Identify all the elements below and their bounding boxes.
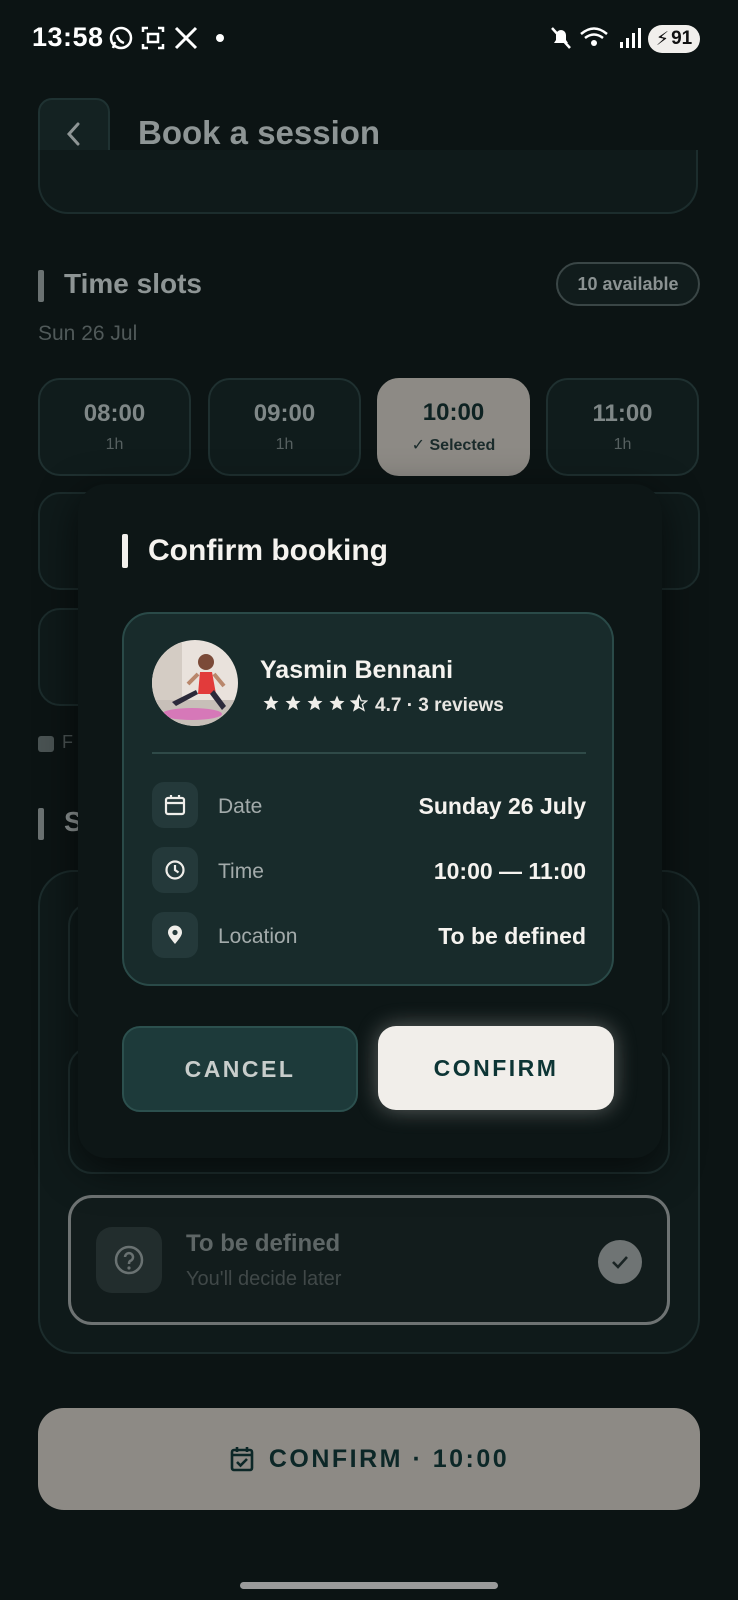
battery-level: 91 (671, 28, 693, 49)
dialog-title: Confirm booking (148, 534, 388, 567)
dialog-accent (122, 534, 128, 568)
mute-icon (551, 27, 571, 49)
section-accent (38, 808, 44, 840)
x-icon (174, 26, 198, 50)
cancel-label: CANCEL (184, 1055, 296, 1082)
confirm-booking-button[interactable]: CONFIRM · 10:00 (38, 1408, 700, 1510)
coach-avatar (152, 640, 238, 726)
available-badge: 10 available (556, 262, 700, 306)
star-icon (285, 695, 301, 711)
option-subtitle: You'll decide later (186, 1268, 342, 1290)
charging-icon: ⚡ (655, 28, 670, 50)
time-slot-1100[interactable]: 11:00 1h (546, 378, 699, 476)
date-value: Sunday 26 July (418, 793, 586, 819)
previous-card (38, 150, 698, 214)
help-icon (96, 1227, 162, 1293)
slot-time: 11:00 (592, 400, 653, 427)
location-pin-icon (152, 912, 198, 958)
star-icon (329, 695, 345, 711)
legend-label: F (62, 732, 73, 752)
slot-time: 10:00 (422, 399, 485, 426)
check-icon (598, 1240, 642, 1284)
status-time: 13:58 (32, 22, 104, 52)
time-label: Time (218, 860, 264, 883)
calendar-check-icon (230, 1447, 254, 1472)
time-slot-0900[interactable]: 09:00 1h (208, 378, 361, 476)
time-slots-title: Time slots (64, 268, 202, 299)
coach-name: Yasmin Bennani (260, 656, 454, 684)
wifi-icon (580, 27, 608, 46)
option-title: To be defined (186, 1230, 341, 1257)
page-title: Book a session (138, 114, 381, 151)
slot-selected-label: ✓ Selected (411, 437, 496, 454)
star-icon (307, 695, 323, 711)
time-slot-0800[interactable]: 08:00 1h (38, 378, 191, 476)
confirm-booking-label: CONFIRM · 10:00 (268, 1444, 510, 1473)
confirm-button[interactable]: CONFIRM (378, 1026, 614, 1110)
location-label: Location (218, 925, 298, 948)
time-value: 10:00 — 11:00 (433, 858, 586, 884)
slot-time: 09:00 (253, 400, 316, 427)
slots-date: Sun 26 Jul (38, 322, 138, 345)
signal-icon (620, 28, 641, 48)
location-value: To be defined (438, 923, 586, 949)
divider (152, 752, 586, 754)
battery-indicator: ⚡ 91 (648, 25, 700, 53)
time-slot-1000-selected[interactable]: 10:00 ✓ Selected (377, 378, 530, 476)
chevron-left-icon (66, 122, 80, 146)
notification-dot (216, 34, 224, 42)
calendar-icon (152, 782, 198, 828)
whatsapp-icon (109, 26, 133, 50)
slot-duration: 1h (105, 436, 124, 453)
section-accent (38, 270, 44, 302)
slot-time: 08:00 (83, 400, 146, 427)
star-rating (262, 694, 368, 712)
confirm-label: CONFIRM (433, 1054, 559, 1081)
date-label: Date (218, 795, 263, 818)
slot-duration: 1h (275, 436, 294, 453)
clock-icon (152, 847, 198, 893)
cancel-button[interactable]: CANCEL (122, 1026, 358, 1112)
star-icon (263, 695, 279, 711)
half-star-icon (350, 694, 368, 712)
screenshot-icon (141, 26, 165, 50)
slot-duration: 1h (613, 436, 632, 453)
rating-text: 4.7 · 3 reviews (375, 695, 504, 716)
legend-swatch (38, 736, 54, 752)
home-indicator[interactable] (240, 1582, 498, 1589)
